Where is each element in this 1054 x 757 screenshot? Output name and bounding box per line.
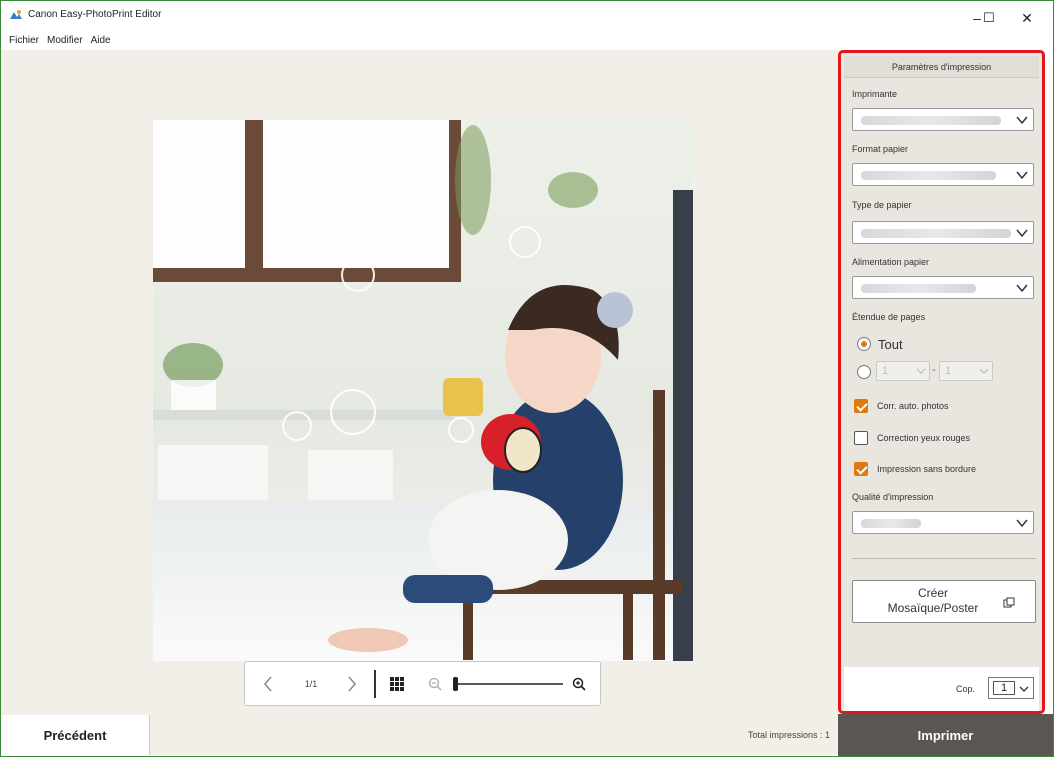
menu-edit[interactable]: Modifier bbox=[47, 35, 83, 49]
zoom-out-icon bbox=[428, 677, 442, 691]
print-quality-select[interactable] bbox=[852, 511, 1034, 534]
paper-size-label: Format papier bbox=[852, 144, 909, 154]
total-prints: Total impressions : 1 bbox=[747, 730, 830, 740]
red-eye-checkbox[interactable] bbox=[854, 431, 868, 445]
auto-photo-fix-label: Corr. auto. photos bbox=[877, 401, 949, 411]
menu-bar: Fichier Modifier Aide bbox=[9, 35, 111, 49]
printer-label: Imprimante bbox=[852, 89, 898, 99]
zoom-out-button[interactable] bbox=[423, 662, 447, 705]
red-eye-label: Correction yeux rouges bbox=[877, 433, 971, 443]
chevron-down-icon bbox=[916, 368, 926, 374]
preview-nav-bar: 1/1 bbox=[244, 661, 601, 706]
chevron-down-icon bbox=[1016, 229, 1028, 238]
range-from-select[interactable]: 1 bbox=[876, 361, 930, 381]
create-mosaic-poster-button[interactable]: Créer Mosaïque/Poster bbox=[852, 580, 1036, 623]
create-button-line1: Créer bbox=[917, 586, 948, 600]
prev-page-button[interactable] bbox=[253, 662, 283, 705]
paper-type-select[interactable] bbox=[852, 221, 1034, 244]
grid-icon bbox=[390, 676, 404, 691]
chevron-left-icon bbox=[264, 676, 272, 691]
bottom-bar: Précédent Total impressions : 1 bbox=[1, 714, 838, 755]
borderless-checkbox[interactable] bbox=[854, 462, 868, 476]
create-button-line2: Mosaïque/Poster bbox=[887, 601, 979, 615]
chevron-right-icon bbox=[348, 676, 356, 691]
menu-help[interactable]: Aide bbox=[91, 35, 111, 49]
chevron-down-icon bbox=[1016, 116, 1028, 125]
zoom-slider[interactable] bbox=[449, 662, 567, 705]
zoom-slider-thumb bbox=[453, 676, 458, 691]
printer-select[interactable] bbox=[852, 108, 1034, 131]
page-range-label: Étendue de pages bbox=[852, 312, 926, 322]
zoom-in-button[interactable] bbox=[567, 662, 591, 705]
print-button[interactable]: Imprimer bbox=[838, 714, 1053, 756]
chevron-down-icon bbox=[1019, 686, 1029, 692]
range-all-radio[interactable] bbox=[857, 337, 871, 351]
range-all-label: Tout bbox=[878, 337, 903, 352]
nav-separator bbox=[374, 670, 376, 698]
window-title: Canon Easy-PhotoPrint Editor bbox=[28, 9, 162, 20]
preview-photo[interactable] bbox=[153, 120, 693, 661]
previous-button[interactable]: Précédent bbox=[1, 715, 150, 755]
preview-area: 1/1 bbox=[1, 50, 838, 714]
thumbnail-grid-button[interactable] bbox=[383, 662, 411, 705]
chevron-down-icon bbox=[979, 368, 989, 374]
menu-file[interactable]: Fichier bbox=[9, 35, 39, 49]
app-logo-icon bbox=[10, 10, 22, 19]
paper-source-label: Alimentation papier bbox=[852, 257, 930, 267]
paper-size-select[interactable] bbox=[852, 163, 1034, 186]
paper-type-label: Type de papier bbox=[852, 200, 912, 210]
title-bar: Canon Easy-PhotoPrint Editor – ☐ ✕ bbox=[1, 1, 1053, 33]
panel-divider bbox=[852, 558, 1036, 559]
next-page-button[interactable] bbox=[337, 662, 367, 705]
panel-title: Paramètres d'impression bbox=[844, 56, 1039, 78]
page-indicator: 1/1 bbox=[304, 678, 318, 689]
copies-row: Cop. 1 bbox=[844, 667, 1039, 711]
chevron-down-icon bbox=[1016, 171, 1028, 180]
print-quality-label: Qualité d'impression bbox=[852, 492, 934, 502]
external-window-icon bbox=[1003, 597, 1015, 608]
borderless-label: Impression sans bordure bbox=[877, 464, 977, 474]
zoom-in-icon bbox=[572, 677, 586, 691]
range-dash: - bbox=[932, 364, 936, 376]
close-button[interactable]: ✕ bbox=[1005, 5, 1049, 31]
range-custom-radio[interactable] bbox=[857, 365, 871, 379]
print-settings-panel: Paramètres d'impression Imprimante Forma… bbox=[838, 50, 1045, 714]
copies-value: 1 bbox=[993, 681, 1015, 695]
copies-select[interactable]: 1 bbox=[988, 677, 1034, 699]
chevron-down-icon bbox=[1016, 284, 1028, 293]
auto-photo-fix-checkbox[interactable] bbox=[854, 399, 868, 413]
copies-label: Cop. bbox=[956, 684, 976, 694]
chevron-down-icon bbox=[1016, 519, 1028, 528]
paper-source-select[interactable] bbox=[852, 276, 1034, 299]
range-to-select[interactable]: 1 bbox=[939, 361, 993, 381]
